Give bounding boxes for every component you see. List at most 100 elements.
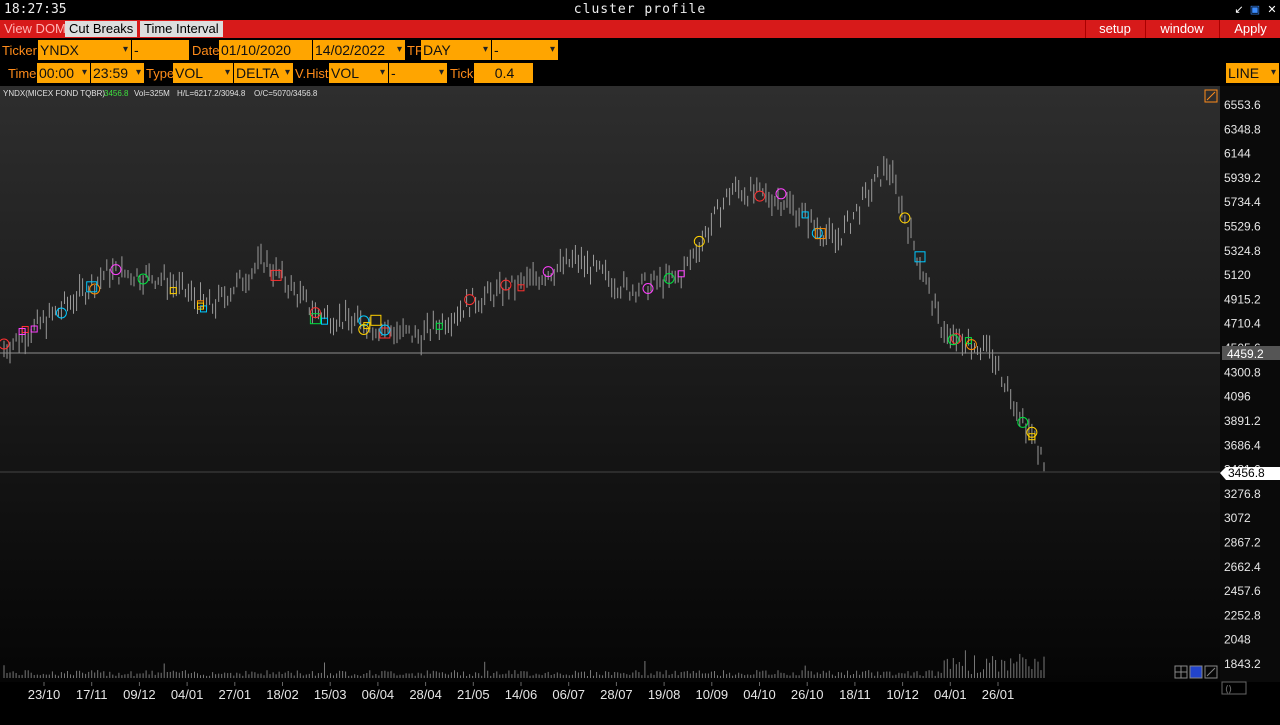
x-tick-label: 18/11 bbox=[839, 687, 871, 702]
date-from-field[interactable]: 01/10/2020 bbox=[219, 40, 313, 60]
x-tick-label: 15/03 bbox=[314, 687, 347, 702]
y-tick-label: 5324.8 bbox=[1224, 244, 1261, 258]
x-tick-label: 26/10 bbox=[791, 687, 824, 702]
tick-value: 0.4 bbox=[494, 65, 515, 81]
tf2-select[interactable]: - ▾ bbox=[492, 40, 559, 60]
svg-text:⟨⟩: ⟨⟩ bbox=[1225, 684, 1232, 694]
time-to-value: 23:59 bbox=[93, 65, 129, 81]
x-tick-label: 10/09 bbox=[696, 687, 729, 702]
x-tick-label: 06/04 bbox=[362, 687, 395, 702]
window-title: cluster profile bbox=[573, 2, 707, 17]
y-tick-label: 2048 bbox=[1224, 633, 1251, 647]
apply-button[interactable]: Apply bbox=[1219, 20, 1280, 38]
time-label: Time bbox=[8, 66, 37, 81]
symbol-label: YNDX(MICEX FOND TQBR) bbox=[3, 89, 105, 98]
volume-info: Vol=325M bbox=[134, 89, 170, 98]
y-tick-label: 5529.6 bbox=[1224, 220, 1261, 234]
x-tick-label: 04/01 bbox=[934, 687, 967, 702]
last-price-info: 3456.8 bbox=[104, 89, 129, 98]
y-tick-label: 5939.2 bbox=[1224, 171, 1261, 185]
x-tick-label: 21/05 bbox=[457, 687, 490, 702]
high-low-info: H/L=6217.2/3094.8 bbox=[177, 89, 246, 98]
window-button[interactable]: window bbox=[1145, 20, 1218, 38]
x-tick-label: 04/10 bbox=[743, 687, 776, 702]
chevron-down-icon: ▾ bbox=[224, 67, 230, 78]
type-value: VOL bbox=[175, 65, 204, 81]
y-tick-label: 6348.8 bbox=[1224, 122, 1261, 136]
chart-style-select[interactable]: LINE ▾ bbox=[1226, 63, 1280, 83]
tf-select[interactable]: DAY ▾ bbox=[421, 40, 492, 60]
maximize-icon[interactable]: ▣ bbox=[1248, 3, 1262, 16]
chevron-down-icon: ▾ bbox=[1270, 67, 1276, 78]
chart-background bbox=[0, 86, 1220, 682]
time-to-select[interactable]: 23:59 ▾ bbox=[91, 63, 145, 83]
y-tick-label: 4915.2 bbox=[1224, 292, 1261, 306]
time-from-select[interactable]: 00:00 ▾ bbox=[37, 63, 91, 83]
chart-area[interactable]: 6553.6 6348.8 6144 5939.2 5734.4 5529.6 5324.8… bbox=[0, 86, 1280, 720]
vhist-value: VOL bbox=[331, 65, 360, 81]
vhist-select[interactable]: VOL ▾ bbox=[329, 63, 389, 83]
price-chart[interactable]: 6553.6 6348.8 6144 5939.2 5734.4 5529.6 5324.8… bbox=[0, 86, 1280, 720]
y-tick-label: 2867.2 bbox=[1224, 535, 1261, 549]
controls-row-1: Ticker YNDX ▾ - Date 01/10/2020 14/02/202… bbox=[0, 39, 1280, 61]
chevron-down-icon: ▾ bbox=[482, 44, 488, 55]
x-tick-label: 17/11 bbox=[76, 687, 108, 702]
last-price-label: 3456.8 bbox=[1228, 466, 1265, 480]
type2-value: DELTA bbox=[236, 65, 280, 81]
x-tick-label: 27/01 bbox=[219, 687, 252, 702]
level-price-label: 4459.2 bbox=[1227, 347, 1264, 361]
ticker-select[interactable]: YNDX ▾ bbox=[38, 40, 132, 60]
y-tick-label: 5120 bbox=[1224, 268, 1251, 282]
layout-icon[interactable] bbox=[1189, 665, 1203, 679]
vhist2-select[interactable]: - ▾ bbox=[389, 63, 448, 83]
y-tick-label: 2457.6 bbox=[1224, 584, 1261, 598]
type2-select[interactable]: DELTA ▾ bbox=[234, 63, 294, 83]
y-tick-label: 2662.4 bbox=[1224, 560, 1261, 574]
chevron-down-icon: ▾ bbox=[135, 67, 141, 78]
type-select[interactable]: VOL ▾ bbox=[173, 63, 234, 83]
vhist2-value: - bbox=[391, 65, 396, 81]
y-tick-label: 5734.4 bbox=[1224, 195, 1261, 209]
x-tick-label: 09/12 bbox=[123, 687, 156, 702]
vhist-label: V.Hist bbox=[295, 66, 329, 81]
chevron-down-icon: ▾ bbox=[549, 44, 555, 55]
minimize-icon[interactable]: ↙ bbox=[1232, 3, 1246, 16]
ticker2-field[interactable]: - bbox=[132, 40, 190, 60]
tick-input[interactable]: 0.4 bbox=[474, 63, 534, 83]
tab-time-interval[interactable]: Time Interval bbox=[140, 21, 223, 37]
window-titlebar: 18:27:35 cluster profile ↙ ▣ ✕ bbox=[0, 0, 1280, 20]
y-tick-label: 6553.6 bbox=[1224, 98, 1261, 112]
y-tick-label: 3686.4 bbox=[1224, 438, 1261, 452]
time-from-value: 00:00 bbox=[39, 65, 75, 81]
scroll-arrows-icon[interactable]: ⟨⟩ bbox=[1221, 681, 1247, 695]
tick-label: Tick bbox=[450, 66, 474, 81]
chevron-down-icon: ▾ bbox=[379, 67, 385, 78]
tab-view-dom[interactable]: View DOM bbox=[0, 21, 70, 37]
y-tick-label: 3891.2 bbox=[1224, 414, 1261, 428]
date-to-select[interactable]: 14/02/2022 ▾ bbox=[313, 40, 406, 60]
date-label: Date bbox=[192, 43, 220, 58]
tab-cut-breaks[interactable]: Cut Breaks bbox=[65, 21, 138, 37]
chart-style-value: LINE bbox=[1228, 65, 1260, 81]
y-tick-label: 3276.8 bbox=[1224, 487, 1261, 501]
x-tick-label: 19/08 bbox=[648, 687, 681, 702]
tf-value: DAY bbox=[423, 42, 451, 58]
controls-row-2: Time 00:00 ▾ 23:59 ▾ Type VOL ▾ DELTA ▾ V.Hi… bbox=[0, 62, 1280, 84]
date-from-value: 01/10/2020 bbox=[221, 42, 292, 58]
close-icon[interactable]: ✕ bbox=[1265, 3, 1279, 16]
tf2-value: - bbox=[494, 42, 499, 58]
x-tick-label: 28/04 bbox=[409, 687, 442, 702]
x-tick-label: 14/06 bbox=[505, 687, 538, 702]
date-to-value: 14/02/2022 bbox=[315, 42, 386, 58]
setup-button[interactable]: setup bbox=[1085, 20, 1144, 38]
chevron-down-icon: ▾ bbox=[284, 67, 290, 78]
x-tick-label: 06/07 bbox=[552, 687, 585, 702]
x-tick-label: 04/01 bbox=[171, 687, 204, 702]
menu-bar: View DOM Cut Breaks Time Interval setup … bbox=[0, 20, 1280, 38]
chevron-down-icon: ▾ bbox=[396, 44, 402, 55]
x-tick-label: 18/02 bbox=[266, 687, 299, 702]
y-tick-label: 6144 bbox=[1224, 147, 1251, 161]
chevron-down-icon: ▾ bbox=[122, 44, 128, 55]
chevron-down-icon: ▾ bbox=[81, 67, 87, 78]
type-label: Type bbox=[146, 66, 175, 81]
